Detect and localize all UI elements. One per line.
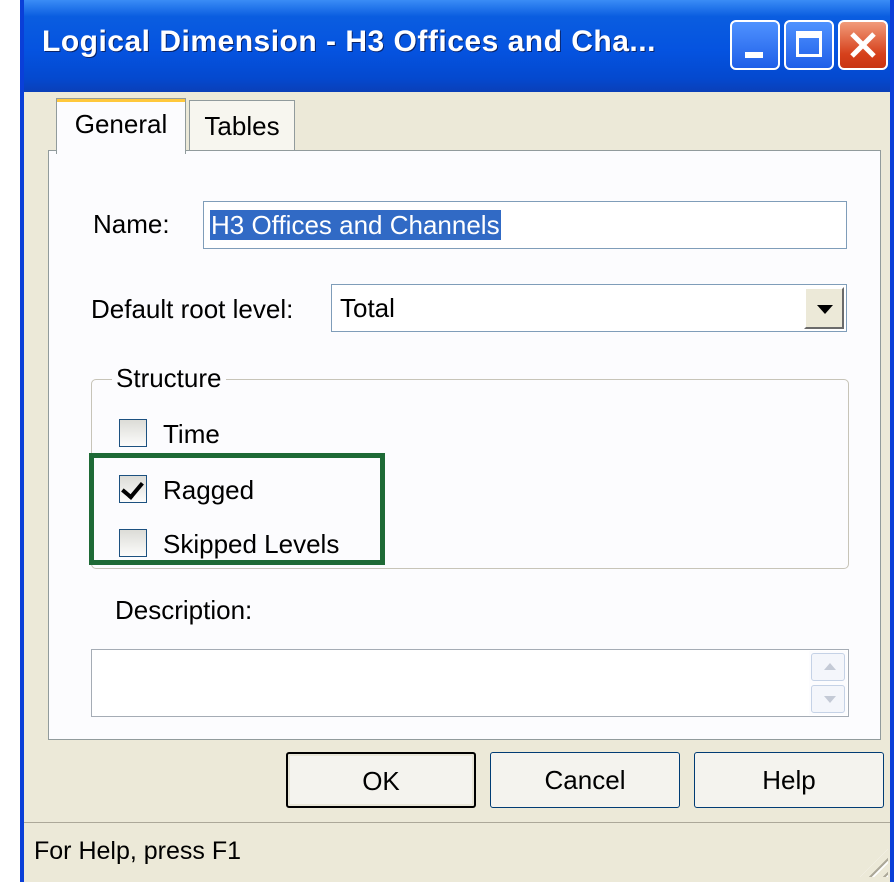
title-bar[interactable]: Logical Dimension - H3 Offices and Cha..…: [24, 0, 890, 92]
window-title: Logical Dimension - H3 Offices and Cha..…: [42, 25, 656, 58]
general-tab-panel: Name: H3 Offices and Channels Default ro…: [48, 150, 881, 740]
tab-tables-label: Tables: [204, 111, 280, 141]
description-label: Description:: [115, 595, 253, 625]
highlight-box: [89, 453, 385, 565]
cancel-button[interactable]: Cancel: [490, 752, 680, 808]
help-button[interactable]: Help: [694, 752, 884, 808]
time-checkbox[interactable]: [119, 419, 147, 447]
chevron-down-icon: [817, 305, 833, 314]
description-textarea[interactable]: [91, 649, 849, 717]
close-button[interactable]: [838, 20, 888, 70]
scroll-down-button[interactable]: [811, 685, 845, 713]
structure-legend: Structure: [112, 363, 226, 394]
maximize-button[interactable]: [784, 20, 834, 70]
maximize-icon: [796, 31, 822, 57]
close-icon: [850, 32, 876, 58]
tab-tables[interactable]: Tables: [189, 100, 295, 152]
name-input[interactable]: H3 Offices and Channels: [203, 201, 847, 249]
dialog-window: Logical Dimension - H3 Offices and Cha..…: [20, 0, 894, 882]
name-value: H3 Offices and Channels: [210, 210, 501, 240]
chevron-up-icon: [824, 663, 836, 670]
dropdown-button[interactable]: [804, 287, 844, 329]
minimize-button[interactable]: [730, 20, 780, 70]
tab-general-label: General: [74, 109, 168, 139]
name-label: Name:: [93, 209, 170, 239]
status-text: For Help, press F1: [34, 837, 242, 865]
tab-general[interactable]: General: [56, 98, 186, 154]
description-scrollbar[interactable]: [809, 651, 847, 715]
resize-grip-icon[interactable]: [860, 849, 888, 877]
time-checkbox-label[interactable]: Time: [163, 419, 220, 450]
root-level-label: Default root level:: [91, 294, 294, 324]
ok-button[interactable]: OK: [286, 752, 476, 808]
root-level-value: Total: [340, 293, 395, 323]
chevron-down-icon: [824, 696, 836, 703]
scroll-up-button[interactable]: [811, 653, 845, 681]
minimize-icon: [745, 52, 763, 58]
root-level-select[interactable]: Total: [331, 284, 847, 332]
status-bar: For Help, press F1: [24, 822, 890, 879]
